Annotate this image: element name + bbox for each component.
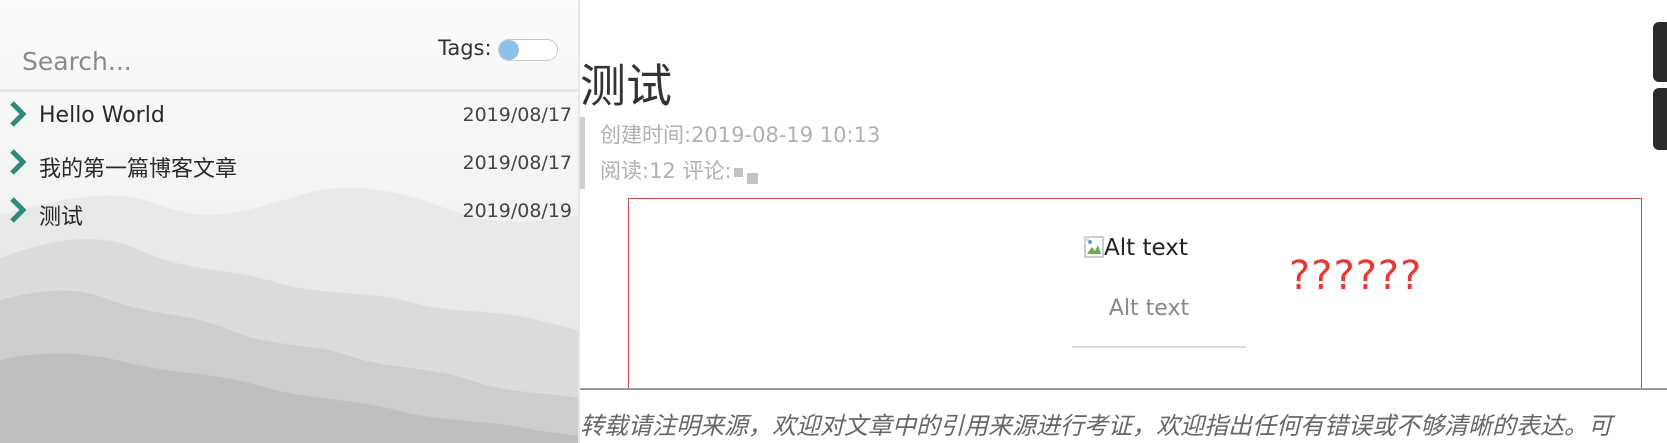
chevron-right-icon — [10, 101, 27, 127]
float-button[interactable] — [1653, 22, 1667, 82]
chevron-right-icon — [10, 197, 27, 223]
created-time-text: 创建时间:2019-08-19 10:13 — [600, 123, 881, 147]
post-date: 2019/08/17 — [462, 152, 572, 174]
post-date: 2019/08/17 — [462, 104, 572, 126]
list-item[interactable]: Hello World 2019/08/17 — [0, 98, 578, 146]
page-title: 测试 — [580, 59, 672, 113]
post-title[interactable]: 我的第一篇博客文章 — [39, 151, 237, 183]
article-content: Alt text Alt text ?????? — [628, 198, 1642, 388]
post-title[interactable]: 测试 — [39, 199, 83, 231]
search-input[interactable] — [20, 38, 384, 84]
article-meta: 创建时间:2019-08-19 10:13 阅读:12 评论: — [580, 117, 880, 189]
sidebar: Tags: Hello World 2019/08/17 我的第一篇博客文章 2… — [0, 0, 580, 443]
article-image: Alt text — [1084, 235, 1188, 261]
chevron-right-icon — [10, 149, 27, 175]
list-item[interactable]: 我的第一篇博客文章 2019/08/17 — [0, 146, 578, 194]
list-item[interactable]: 测试 2019/08/19 — [0, 194, 578, 242]
tags-label: Tags: — [438, 36, 492, 60]
image-caption: Alt text — [1108, 296, 1190, 321]
body-text: ?????? — [1289, 253, 1423, 299]
stats-text: 阅读:12 评论: — [600, 159, 732, 183]
search-underline — [0, 89, 578, 92]
float-button[interactable] — [1653, 88, 1667, 150]
post-list: Hello World 2019/08/17 我的第一篇博客文章 2019/08… — [0, 98, 578, 242]
copyright-note: 转载请注明来源，欢迎对文章中的引用来源进行考证，欢迎指出任何有错误或不够清晰的表… — [580, 412, 1612, 440]
tags-toggle[interactable] — [498, 39, 558, 61]
comment-count-icon — [733, 167, 743, 177]
created-time: 创建时间:2019-08-19 10:13 — [600, 117, 880, 153]
article: 测试 创建时间:2019-08-19 10:13 阅读:12 评论: Alt t… — [580, 0, 1667, 443]
toggle-knob — [499, 40, 519, 60]
comment-count-icon — [746, 173, 758, 184]
article-stats: 阅读:12 评论: — [600, 153, 880, 189]
post-date: 2019/08/19 — [462, 200, 572, 222]
broken-image-icon — [1084, 236, 1104, 258]
divider — [580, 388, 1667, 390]
post-title[interactable]: Hello World — [39, 103, 165, 128]
caption-underline — [1072, 346, 1246, 348]
image-alt-text: Alt text — [1104, 235, 1188, 261]
